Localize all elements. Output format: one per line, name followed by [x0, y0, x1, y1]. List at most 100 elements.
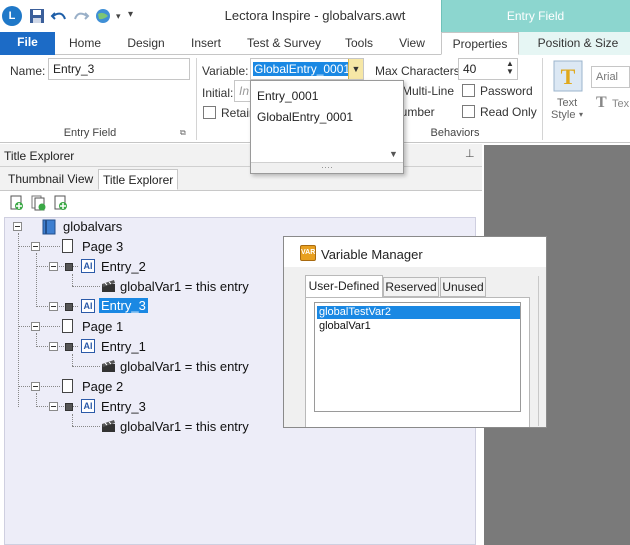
pin-icon[interactable]: ⊥ [465, 147, 475, 160]
font-field[interactable]: Arial [591, 66, 630, 88]
tab-title-explorer[interactable]: Title Explorer [98, 169, 179, 190]
variable-manager-divider [538, 276, 539, 426]
tree-expander[interactable] [49, 262, 58, 271]
entry-field-icon: AI [81, 259, 95, 273]
tab-insert[interactable]: Insert [184, 32, 228, 55]
svg-text:T: T [561, 64, 576, 89]
add-section-icon[interactable] [30, 195, 46, 214]
tree-expander[interactable] [13, 222, 22, 231]
text-style-dropdown-icon[interactable]: ▾ [579, 110, 583, 119]
tab-tools[interactable]: Tools [340, 32, 378, 55]
tree-node-page[interactable]: Page 3 [82, 239, 123, 254]
object-marker-icon [65, 263, 73, 271]
object-marker-icon [65, 343, 73, 351]
tree-line [72, 366, 100, 367]
entry-field-icon: AI [81, 339, 95, 353]
tab-file[interactable]: File [0, 32, 55, 55]
tree-node-page[interactable]: Page 2 [82, 379, 123, 394]
multiline-label: Multi-Line [402, 84, 455, 98]
name-field[interactable]: Entry_3 [48, 58, 190, 80]
password-label: Password [480, 84, 533, 98]
tree-line [36, 333, 37, 347]
tree-expander[interactable] [49, 402, 58, 411]
ribbon-separator [196, 58, 197, 140]
action-clapper-icon [101, 359, 116, 373]
dropdown-scroll-down-icon[interactable]: ▼ [389, 149, 398, 159]
tab-design[interactable]: Design [121, 32, 171, 55]
variable-manager-icon: VAR [300, 245, 316, 261]
tree-line [18, 233, 19, 407]
tab-position-size[interactable]: Position & Size [530, 32, 626, 55]
add-page-icon[interactable] [52, 195, 68, 214]
tab-view[interactable]: View [392, 32, 432, 55]
read-only-label: Read Only [480, 105, 537, 119]
text-style-label-2: Style [551, 109, 576, 121]
page-icon [62, 239, 73, 253]
title-book-icon [42, 219, 56, 238]
text-style-icon[interactable]: T [553, 60, 583, 92]
tree-line [72, 426, 100, 427]
page-icon [62, 379, 73, 393]
tree-node-title[interactable]: globalvars [63, 219, 122, 234]
dropdown-option[interactable]: Entry_0001 [257, 89, 318, 103]
variable-selected-text: GlobalEntry_0001 [253, 62, 352, 76]
tree-node-entry-selected[interactable]: Entry_3 [99, 298, 148, 313]
context-group-title: Entry Field [506, 9, 565, 23]
tab-reserved[interactable]: Reserved [383, 277, 439, 297]
tree-line [72, 354, 73, 366]
tree-expander[interactable] [31, 242, 40, 251]
variable-combobox[interactable]: GlobalEntry_0001 [250, 58, 364, 80]
retain-checkbox[interactable] [203, 106, 216, 119]
explorer-title: Title Explorer [4, 149, 75, 163]
add-chapter-icon[interactable] [8, 195, 24, 214]
text-format-label: Tex [612, 98, 630, 110]
text-format-icon[interactable]: T [596, 94, 607, 112]
tab-test-survey[interactable]: Test & Survey [241, 32, 327, 55]
tree-node-page[interactable]: Page 1 [82, 319, 123, 334]
variable-list-item-selected[interactable]: globalTestVar2 [317, 306, 520, 319]
password-checkbox[interactable] [462, 84, 475, 97]
dropdown-option[interactable]: GlobalEntry_0001 [257, 110, 353, 124]
variable-dropdown-list: Entry_0001 GlobalEntry_0001 ▼ ···· [250, 80, 404, 174]
variable-list-item[interactable]: globalVar1 [317, 320, 520, 333]
tree-node-action[interactable]: globalVar1 = this entry [120, 279, 249, 294]
page-icon [62, 319, 73, 333]
tree-line [72, 274, 73, 286]
tree-node-action[interactable]: globalVar1 = this entry [120, 359, 249, 374]
tree-node-action[interactable]: globalVar1 = this entry [120, 419, 249, 434]
object-marker-icon [65, 403, 73, 411]
tab-properties[interactable]: Properties [441, 32, 519, 55]
tree-node-entry[interactable]: Entry_1 [101, 339, 146, 354]
tab-thumbnail-view[interactable]: Thumbnail View [4, 169, 97, 190]
entry-field-icon: AI [81, 399, 95, 413]
variable-label: Variable: [202, 64, 249, 78]
variable-dropdown-button[interactable]: ▼ [348, 59, 363, 79]
variable-list[interactable]: globalTestVar2 globalVar1 [314, 302, 521, 412]
tree-node-entry[interactable]: Entry_3 [101, 399, 146, 414]
object-marker-icon [65, 303, 73, 311]
explorer-toolbar [0, 190, 482, 217]
max-characters-spinner[interactable]: ▲ ▼ [506, 60, 514, 76]
initial-label: Initial: [202, 86, 234, 100]
tree-node-entry[interactable]: Entry_2 [101, 259, 146, 274]
tab-unused[interactable]: Unused [440, 277, 486, 297]
action-clapper-icon [101, 419, 116, 433]
max-characters-label: Max Characters: [375, 64, 464, 78]
tree-expander[interactable] [31, 322, 40, 331]
tree-expander[interactable] [49, 342, 58, 351]
tree-line [36, 253, 37, 307]
group-label-behaviors: Behaviors [430, 127, 480, 139]
tree-line [36, 393, 37, 407]
read-only-checkbox[interactable] [462, 105, 475, 118]
dropdown-resize-grip-icon[interactable]: ···· [251, 162, 403, 173]
tree-line [72, 414, 73, 426]
tab-home[interactable]: Home [62, 32, 108, 55]
tree-expander[interactable] [49, 302, 58, 311]
variable-manager-title: Variable Manager [321, 247, 423, 262]
group-label-entry-field: Entry Field [63, 127, 117, 139]
tab-user-defined[interactable]: User-Defined [305, 275, 383, 298]
dialog-launcher-icon[interactable]: ⧉ [180, 128, 186, 138]
text-style-label: Text [557, 97, 578, 109]
entry-field-icon: AI [81, 299, 95, 313]
tree-expander[interactable] [31, 382, 40, 391]
